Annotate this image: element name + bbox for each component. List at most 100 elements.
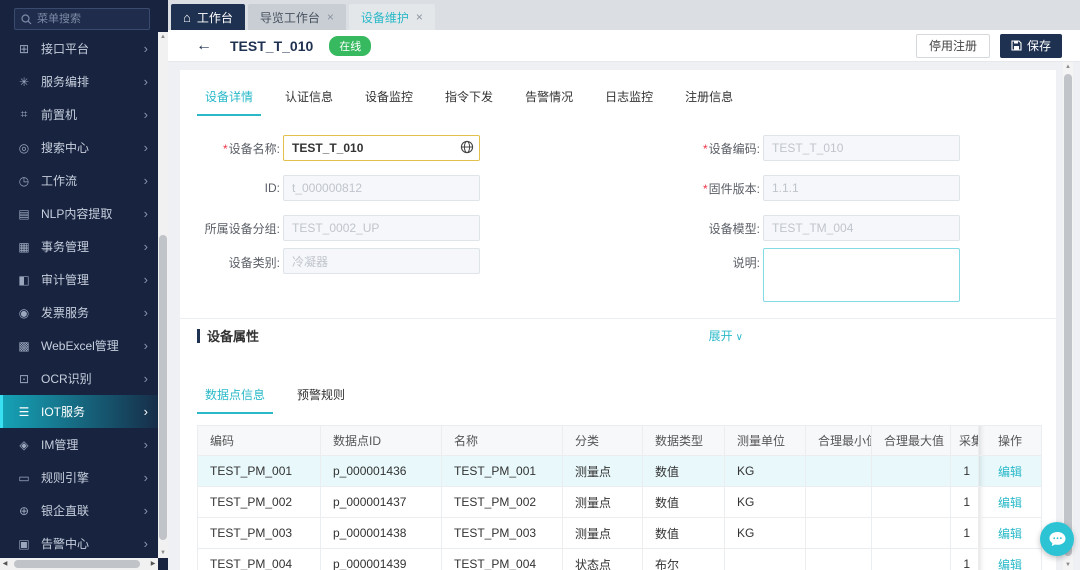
chevron-right-icon: › <box>144 536 148 551</box>
sidebar-item-front-machine[interactable]: ⌗ 前置机 › <box>0 98 158 131</box>
datapoint-tabs: 数据点信息 预警规则 <box>197 378 369 414</box>
sidebar-item-bank-direct[interactable]: ⊕ 银企直联 › <box>0 494 158 527</box>
scroll-right-icon[interactable]: ▶ <box>148 558 158 570</box>
edit-link[interactable]: 编辑 <box>998 558 1022 570</box>
chat-bubble-icon <box>1048 531 1067 548</box>
section-divider <box>180 318 1056 319</box>
tab-device-maintenance[interactable]: 设备维护 × <box>349 4 435 30</box>
close-icon[interactable]: × <box>416 10 423 24</box>
sidebar-item-service-orchestration[interactable]: ✳ 服务编排 › <box>0 65 158 98</box>
edit-link[interactable]: 编辑 <box>998 527 1022 541</box>
tab-guide-workbench[interactable]: 导览工作台 × <box>248 4 346 30</box>
device-group-label: 所属设备分组: <box>197 220 280 237</box>
chevron-right-icon: › <box>144 206 148 221</box>
sidebar-scroll-thumb[interactable] <box>159 235 167 540</box>
scroll-up-icon[interactable]: ▲ <box>158 32 168 42</box>
device-model-input <box>763 215 960 241</box>
sidebar-vertical-scrollbar[interactable]: ▲ ▼ <box>158 32 168 558</box>
tab-command-dispatch[interactable]: 指令下发 <box>437 80 501 116</box>
sidebar-item-workflow[interactable]: ◷ 工作流 › <box>0 164 158 197</box>
chat-support-button[interactable] <box>1040 522 1074 556</box>
device-name-input[interactable] <box>283 135 480 161</box>
firmware-input <box>763 175 960 201</box>
tab-alarm-status[interactable]: 告警情况 <box>517 80 581 116</box>
chevron-right-icon: › <box>144 470 148 485</box>
device-category-label: 设备类别: <box>197 248 280 271</box>
chevron-right-icon: › <box>144 173 148 188</box>
main-scroll-thumb[interactable] <box>1064 74 1072 556</box>
chevron-right-icon: › <box>144 404 148 419</box>
front-machine-icon: ⌗ <box>16 107 32 122</box>
required-asterisk: * <box>223 142 228 156</box>
edit-link[interactable]: 编辑 <box>998 465 1022 479</box>
close-icon[interactable]: × <box>327 10 334 24</box>
bank-direct-icon: ⊕ <box>16 504 32 518</box>
app-screen: ⊞ 接口平台 › ✳ 服务编排 › ⌗ 前置机 › ◎ 搜索中心 › ◷ 工作流 <box>0 0 1080 570</box>
sidebar-item-audit-mgmt[interactable]: ◧ 审计管理 › <box>0 263 158 296</box>
table-row[interactable]: TEST_PM_001 p_000001436 TEST_PM_001 测量点 … <box>198 456 1042 487</box>
table-row[interactable]: TEST_PM_002 p_000001437 TEST_PM_002 测量点 … <box>198 487 1042 518</box>
scroll-down-icon[interactable]: ▼ <box>158 548 168 558</box>
description-label: 说明: <box>683 248 760 271</box>
nlp-icon: ▤ <box>16 207 32 221</box>
sidebar-item-invoice-service[interactable]: ◉ 发票服务 › <box>0 296 158 329</box>
chevron-down-icon: ∨ <box>736 332 743 343</box>
tab-register-info[interactable]: 注册信息 <box>677 80 741 116</box>
sidebar-item-rule-engine[interactable]: ▭ 规则引擎 › <box>0 461 158 494</box>
description-textarea[interactable] <box>763 248 960 302</box>
status-badge: 在线 <box>329 36 371 56</box>
sidebar-item-webexcel-mgmt[interactable]: ▩ WebExcel管理 › <box>0 329 158 362</box>
main-vertical-scrollbar[interactable]: ▲ ▼ <box>1063 62 1073 570</box>
menu-search-box[interactable] <box>14 8 150 30</box>
scroll-down-icon[interactable]: ▼ <box>1063 560 1073 570</box>
scroll-up-icon[interactable]: ▲ <box>1063 62 1073 72</box>
chevron-right-icon: › <box>144 74 148 89</box>
iot-icon: ☰ <box>16 405 32 419</box>
device-id-input <box>283 175 480 201</box>
chevron-right-icon: › <box>144 41 148 56</box>
invoice-icon: ◉ <box>16 306 32 320</box>
chevron-right-icon: › <box>144 503 148 518</box>
chevron-right-icon: › <box>144 272 148 287</box>
datapoint-table: 编码 数据点ID 名称 分类 数据类型 测量单位 合理最小值 合理最大值 采集 … <box>197 425 1041 570</box>
deactivate-register-button[interactable]: 停用注册 <box>916 34 990 58</box>
tab-workbench[interactable]: ⌂ 工作台 <box>171 4 245 30</box>
header-actions: 停用注册 保存 <box>916 34 1062 58</box>
tab-datapoint-info[interactable]: 数据点信息 <box>197 378 273 414</box>
menu-search-input[interactable] <box>37 13 143 25</box>
scroll-left-icon[interactable]: ◀ <box>0 558 10 570</box>
tab-auth-info[interactable]: 认证信息 <box>277 80 341 116</box>
save-button[interactable]: 保存 <box>1000 34 1062 58</box>
table-header-row: 编码 数据点ID 名称 分类 数据类型 测量单位 合理最小值 合理最大值 采集 … <box>198 426 1042 456</box>
table-row[interactable]: TEST_PM_003 p_000001438 TEST_PM_003 测量点 … <box>198 518 1042 549</box>
expand-link[interactable]: 展开∨ <box>709 327 743 344</box>
globe-icon[interactable] <box>460 140 474 154</box>
workflow-icon: ◷ <box>16 174 32 188</box>
search-icon <box>21 14 32 25</box>
webexcel-icon: ▩ <box>16 339 32 353</box>
sidebar-item-ocr[interactable]: ⊡ OCR识别 › <box>0 362 158 395</box>
edit-link[interactable]: 编辑 <box>998 496 1022 510</box>
sidebar-horizontal-scrollbar[interactable]: ◀ ▶ <box>0 558 158 570</box>
sidebar-item-api-platform[interactable]: ⊞ 接口平台 › <box>0 32 158 65</box>
content-area: 设备详情 认证信息 设备监控 指令下发 告警情况 日志监控 注册信息 *设备名称… <box>168 62 1080 570</box>
sidebar-item-nlp-extraction[interactable]: ▤ NLP内容提取 › <box>0 197 158 230</box>
device-detail-tabs: 设备详情 认证信息 设备监控 指令下发 告警情况 日志监控 注册信息 <box>197 80 757 116</box>
sidebar-hscroll-thumb[interactable] <box>14 560 140 568</box>
tab-device-monitor[interactable]: 设备监控 <box>357 80 421 116</box>
required-asterisk: * <box>703 182 708 196</box>
sidebar-item-transaction-mgmt[interactable]: ▦ 事务管理 › <box>0 230 158 263</box>
tab-device-detail[interactable]: 设备详情 <box>197 80 261 116</box>
sidebar-item-im-mgmt[interactable]: ◈ IM管理 › <box>0 428 158 461</box>
tab-alert-rules[interactable]: 预警规则 <box>289 378 353 414</box>
page-title: TEST_T_010 <box>230 38 313 54</box>
sidebar-item-iot-service[interactable]: ☰ IOT服务 › <box>0 395 158 428</box>
back-arrow-icon[interactable]: ← <box>196 38 212 54</box>
device-category-input <box>283 248 480 274</box>
transaction-icon: ▦ <box>16 240 32 254</box>
table-row[interactable]: TEST_PM_004 p_000001439 TEST_PM_004 状态点 … <box>198 549 1042 570</box>
tab-log-monitor[interactable]: 日志监控 <box>597 80 661 116</box>
sidebar-item-alert-center[interactable]: ▣ 告警中心 › <box>0 527 158 560</box>
sidebar-item-search-center[interactable]: ◎ 搜索中心 › <box>0 131 158 164</box>
alert-center-icon: ▣ <box>16 537 32 551</box>
